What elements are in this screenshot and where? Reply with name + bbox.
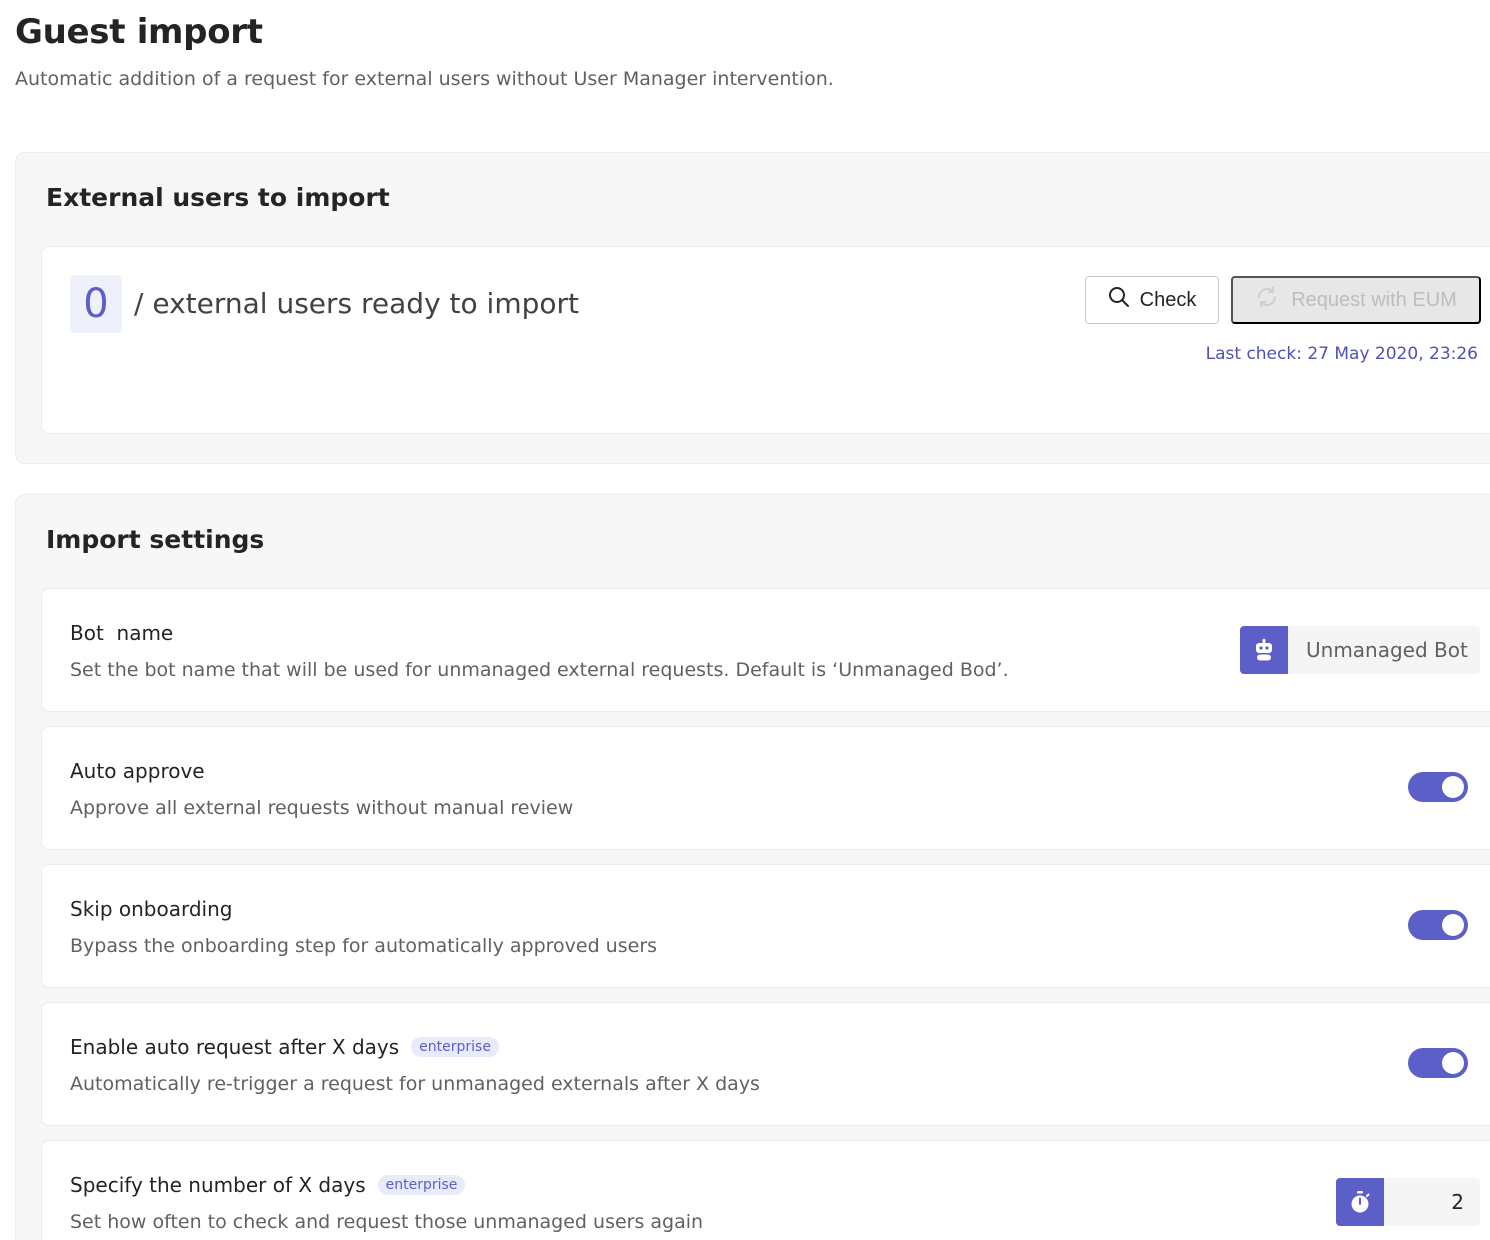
setting-skip-onboarding: Skip onboarding Bypass the onboarding st… (41, 864, 1490, 988)
setting-description: Set the bot name that will be used for u… (70, 659, 1009, 681)
external-users-count: 0 (70, 275, 122, 333)
section-title: External users to import (46, 183, 390, 212)
auto-request-toggle[interactable] (1408, 1048, 1468, 1078)
request-with-eum-button[interactable]: Request with EUM (1231, 276, 1481, 324)
setting-description: Automatically re-trigger a request for u… (70, 1073, 760, 1095)
setting-description: Approve all external requests without ma… (70, 797, 574, 819)
section-title: Import settings (46, 525, 265, 554)
toggle-knob (1442, 1052, 1464, 1074)
enterprise-badge: enterprise (411, 1037, 499, 1057)
page-subtitle: Automatic addition of a request for exte… (15, 68, 834, 90)
import-settings-section: Import settings Bot name Set the bot nam… (15, 494, 1490, 1240)
bot-icon (1240, 626, 1288, 674)
refresh-icon (1255, 285, 1279, 315)
timer-icon (1336, 1178, 1384, 1226)
setting-title: Enable auto request after X days enterpr… (70, 1035, 499, 1059)
request-with-eum-label: Request with EUM (1291, 288, 1457, 311)
setting-description: Bypass the onboarding step for automatic… (70, 935, 658, 957)
check-button[interactable]: Check (1085, 276, 1219, 324)
search-icon (1108, 286, 1130, 314)
toggle-knob (1442, 914, 1464, 936)
setting-x-days: Specify the number of X days enterprise … (41, 1140, 1490, 1240)
setting-title: Bot name (70, 621, 174, 645)
external-users-card: 0 / external users ready to import Check… (41, 246, 1490, 434)
bot-name-input[interactable]: Unmanaged Bot (1240, 626, 1480, 674)
last-check-timestamp: Last check: 27 May 2020, 23:26 (1205, 344, 1478, 364)
x-days-input[interactable]: 2 (1336, 1178, 1480, 1226)
setting-title: Auto approve (70, 759, 205, 783)
check-button-label: Check (1139, 288, 1197, 311)
setting-title: Skip onboarding (70, 897, 233, 921)
skip-onboarding-toggle[interactable] (1408, 910, 1468, 940)
setting-description: Set how often to check and request those… (70, 1211, 704, 1233)
external-users-section: External users to import 0 / external us… (15, 152, 1490, 464)
setting-auto-request: Enable auto request after X days enterpr… (41, 1002, 1490, 1126)
enterprise-badge: enterprise (377, 1175, 466, 1195)
setting-title: Specify the number of X days enterprise (70, 1173, 466, 1197)
setting-auto-approve: Auto approve Approve all external reques… (41, 726, 1490, 850)
x-days-value: 2 (1384, 1178, 1480, 1226)
setting-bot-name: Bot name Set the bot name that will be u… (41, 588, 1490, 712)
ready-to-import-label: / external users ready to import (134, 287, 579, 320)
toggle-knob (1442, 776, 1464, 798)
page-title: Guest import (15, 12, 263, 52)
bot-name-value: Unmanaged Bot (1288, 626, 1480, 674)
auto-approve-toggle[interactable] (1408, 772, 1468, 802)
